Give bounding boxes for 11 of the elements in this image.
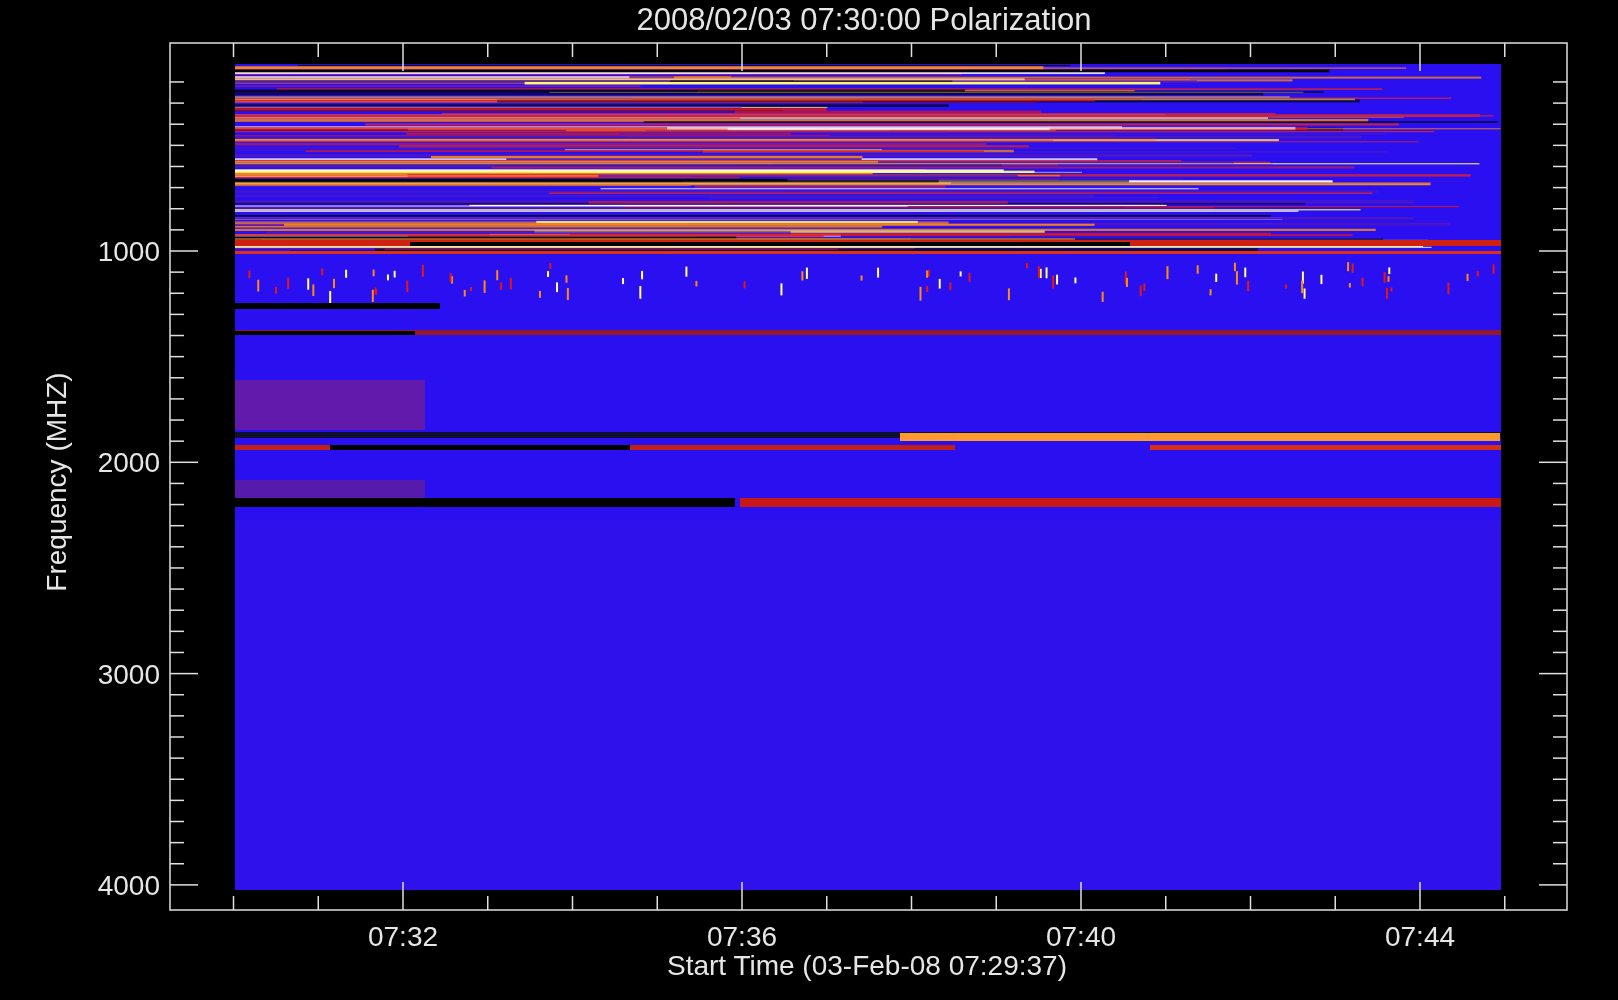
tick-label: 2000 [97,447,160,479]
tick-label: 07:40 [1045,921,1117,952]
tick-label: 07:44 [1384,921,1456,952]
tick-label: 4000 [97,869,160,901]
chart-title: 2008/02/03 07:30:00 Polarization [636,2,1092,37]
tick-label: 1000 [97,236,160,267]
tick-label: 07:32 [367,921,439,952]
tick-label: 3000 [97,658,160,690]
x-axis-label: Start Time (03-Feb-08 07:29:37) [667,950,1067,981]
y-axis-label: Frequency (MHZ) [41,372,72,592]
tick-label: 07:36 [706,921,778,952]
